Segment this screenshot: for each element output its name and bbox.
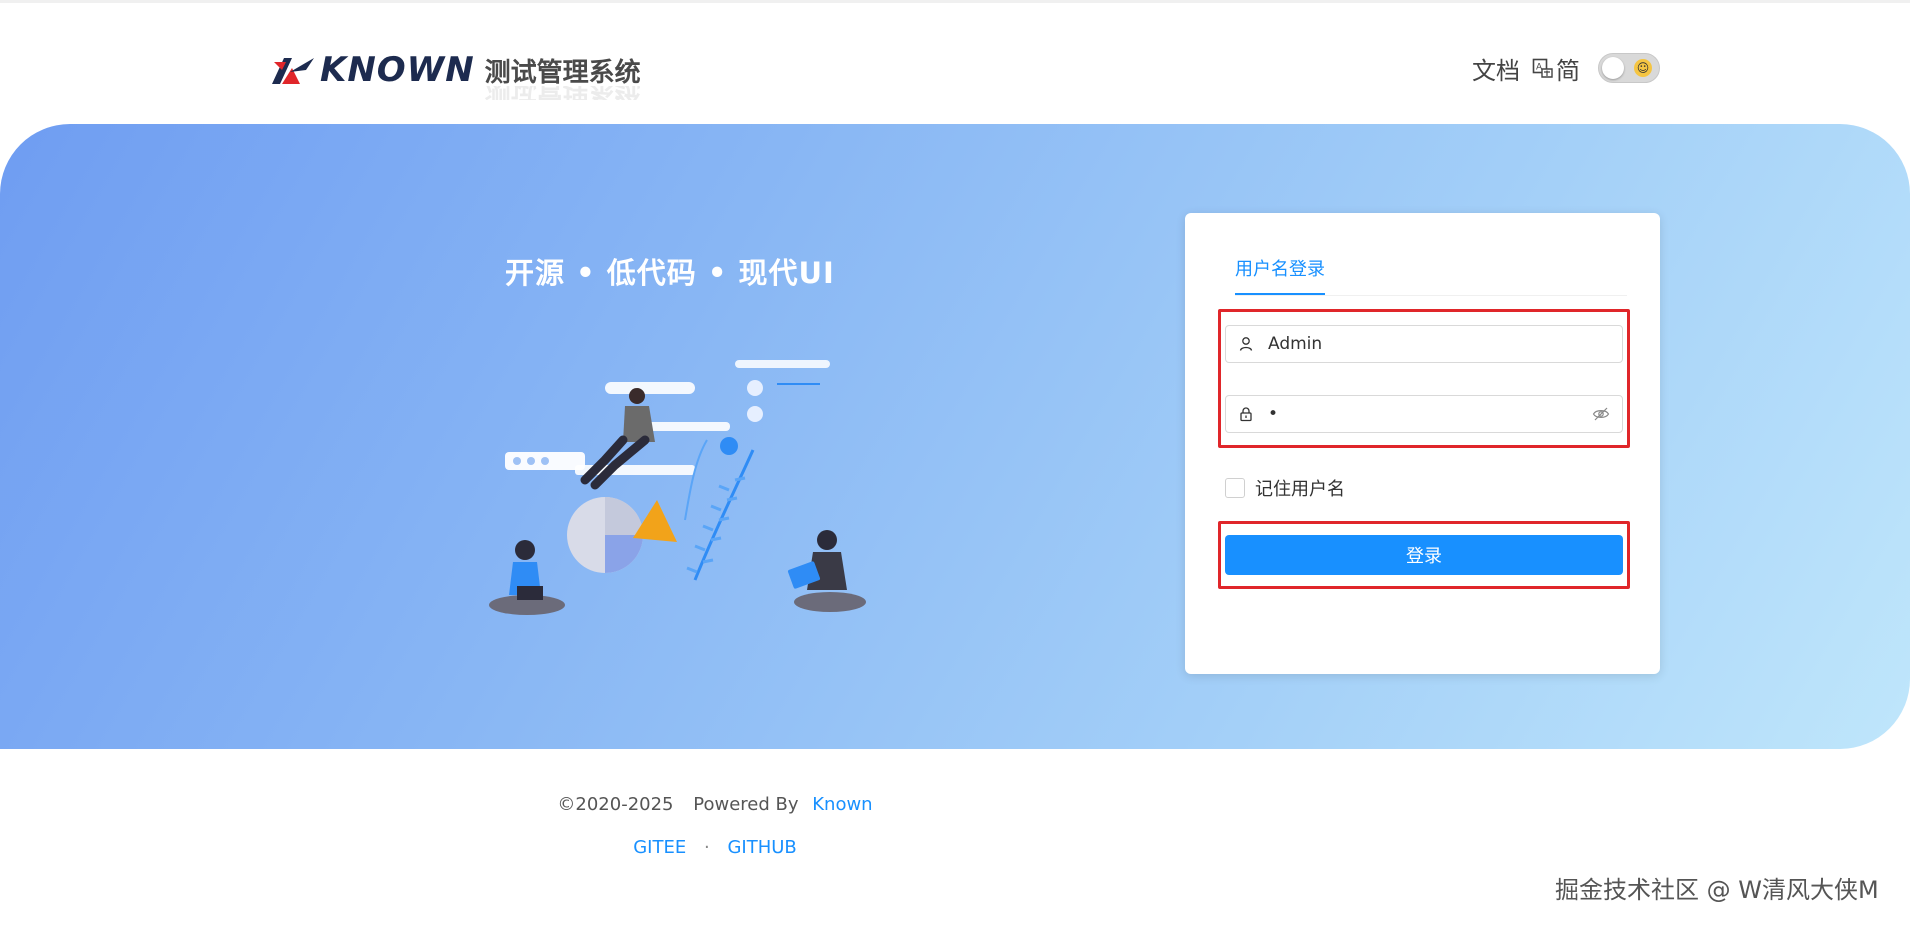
remember-checkbox[interactable] [1225,478,1245,498]
hero-slogan: 开源 • 低代码 • 现代UI [505,256,835,290]
github-link[interactable]: GITHUB [727,837,796,858]
lock-icon [1240,407,1252,422]
remember-label: 记住用户名 [1255,479,1345,500]
password-value: • [1268,404,1279,424]
theme-toggle[interactable]: ☺ [1598,53,1660,83]
tab-username-login[interactable]: 用户名登录 [1235,255,1325,295]
powered-by-text: Powered By [693,794,799,815]
login-card: 用户名登录 Admin • 记住用户名 登录 [1185,213,1660,674]
smile-icon: ☺ [1634,59,1652,77]
password-input[interactable]: • [1225,395,1623,433]
footer-separator: · [703,837,710,858]
footer-copyright: ©2020-2025 Powered By Known [0,794,1430,815]
brand-link[interactable]: Known [812,794,872,815]
eye-off-icon[interactable] [1592,406,1610,422]
system-title: 测试管理系统 测试管理系统 [484,52,641,100]
copyright-text: ©2020-2025 [557,794,674,815]
footer-links: GITEE · GITHUB [0,837,1430,858]
top-header: KNOWN 测试管理系统 测试管理系统 文档 A 简 ☺ [0,0,1910,124]
tab-divider [1235,295,1627,296]
known-logo-mark-icon [272,58,314,84]
system-title-reflection: 测试管理系统 [485,86,641,100]
gitee-link[interactable]: GITEE [633,837,686,858]
language-switch[interactable]: A 简 [1532,51,1580,86]
remember-username[interactable]: 记住用户名 [1225,475,1345,501]
translate-icon: A [1532,58,1553,78]
user-icon [1239,337,1253,351]
username-input[interactable]: Admin [1225,325,1623,363]
login-button[interactable]: 登录 [1225,535,1623,575]
toggle-knob [1602,57,1624,79]
username-value: Admin [1268,334,1323,354]
brand-logo[interactable]: KNOWN 测试管理系统 测试管理系统 [270,45,641,100]
language-label: 简 [1556,56,1580,85]
watermark-text: 掘金技术社区 @ W清风大侠M [1555,876,1879,904]
docs-link[interactable]: 文档 [1472,51,1520,86]
system-title-text: 测试管理系统 [484,57,641,88]
header-actions: 文档 A 简 ☺ [1472,51,1660,85]
team-illustration [489,360,866,615]
logo-wordmark: KNOWN [320,50,475,90]
